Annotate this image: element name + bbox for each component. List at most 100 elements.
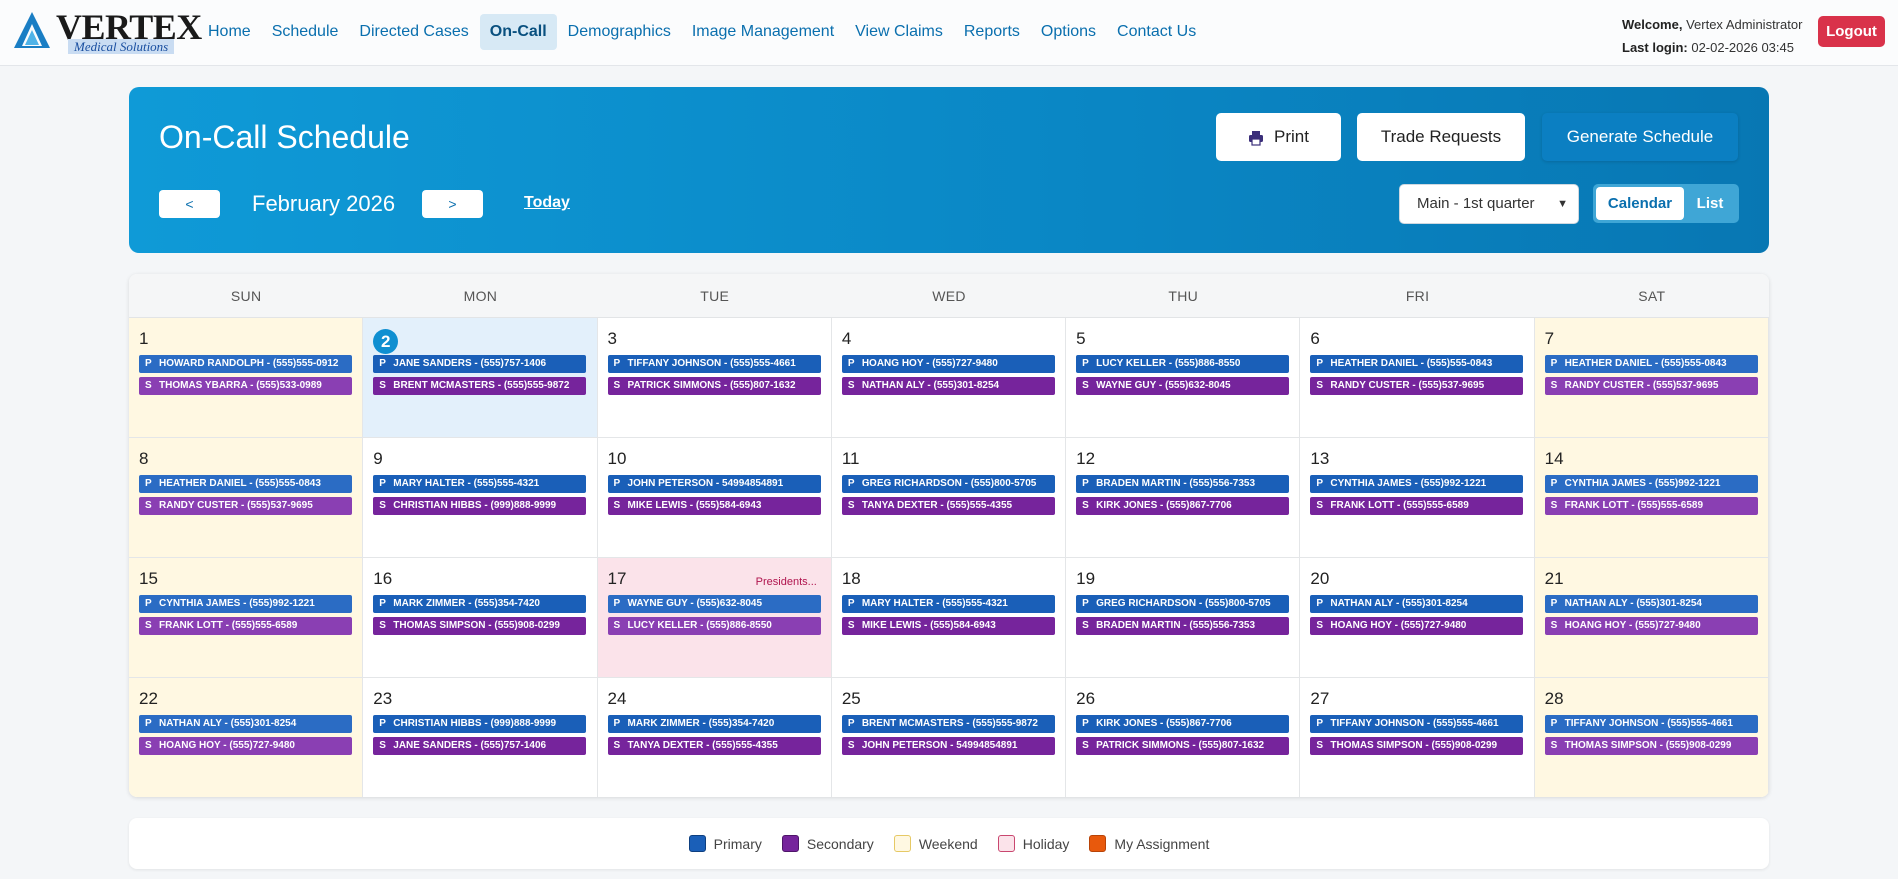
secondary-shift[interactable]: S LUCY KELLER - (555)886-8550 (607, 617, 821, 635)
calendar-day-cell[interactable]: 14 P CYNTHIA JAMES - (555)992-1221 S FRANK L… (1534, 438, 1769, 558)
primary-shift[interactable]: P MARK ZIMMER - (555)354-7420 (373, 595, 587, 613)
logout-button[interactable]: Logout (1818, 16, 1885, 47)
primary-shift[interactable]: P NATHAN ALY - (555)301-8254 (1544, 595, 1758, 613)
secondary-shift[interactable]: S NATHAN ALY - (555)301-8254 (841, 377, 1055, 395)
trade-requests-button[interactable]: Trade Requests (1357, 113, 1525, 161)
secondary-shift[interactable]: S FRANK LOTT - (555)555-6589 (1310, 497, 1524, 515)
secondary-shift[interactable]: S FRANK LOTT - (555)555-6589 (1544, 497, 1758, 515)
primary-shift[interactable]: P NATHAN ALY - (555)301-8254 (139, 715, 352, 733)
primary-shift[interactable]: P HOWARD RANDOLPH - (555)555-0912 (139, 355, 352, 373)
calendar-day-cell[interactable]: 9 P MARY HALTER - (555)555-4321 S CHRISTIAN … (363, 438, 598, 558)
vertex-logo[interactable]: VERTEX Medical Solutions (12, 8, 202, 56)
secondary-shift[interactable]: S HOANG HOY - (555)727-9480 (1310, 617, 1524, 635)
secondary-shift[interactable]: S PATRICK SIMMONS - (555)807-1632 (1076, 737, 1290, 755)
primary-shift[interactable]: P HEATHER DANIEL - (555)555-0843 (139, 475, 352, 493)
calendar-day-cell[interactable]: 6 P HEATHER DANIEL - (555)555-0843 S RANDY C… (1300, 318, 1535, 438)
primary-shift[interactable]: P HOANG HOY - (555)727-9480 (841, 355, 1055, 373)
secondary-shift[interactable]: S THOMAS SIMPSON - (555)908-0299 (1544, 737, 1758, 755)
primary-shift[interactable]: P TIFFANY JOHNSON - (555)555-4661 (607, 355, 821, 373)
primary-shift[interactable]: P WAYNE GUY - (555)632-8045 (607, 595, 821, 613)
calendar-day-cell[interactable]: 13 P CYNTHIA JAMES - (555)992-1221 S FRANK L… (1300, 438, 1535, 558)
secondary-shift[interactable]: S MIKE LEWIS - (555)584-6943 (607, 497, 821, 515)
nav-reports[interactable]: Reports (954, 14, 1030, 50)
calendar-day-cell[interactable]: 3 P TIFFANY JOHNSON - (555)555-4661 S PATRIC… (597, 318, 832, 438)
secondary-shift[interactable]: S TANYA DEXTER - (555)555-4355 (841, 497, 1055, 515)
calendar-day-cell[interactable]: 8 P HEATHER DANIEL - (555)555-0843 S RANDY C… (129, 438, 364, 558)
primary-shift[interactable]: P MARY HALTER - (555)555-4321 (841, 595, 1055, 613)
primary-shift[interactable]: P TIFFANY JOHNSON - (555)555-4661 (1544, 715, 1758, 733)
primary-shift[interactable]: P JOHN PETERSON - 54994854891 (607, 475, 821, 493)
primary-shift[interactable]: P MARK ZIMMER - (555)354-7420 (607, 715, 821, 733)
secondary-shift[interactable]: S RANDY CUSTER - (555)537-9695 (1310, 377, 1524, 395)
nav-view-claims[interactable]: View Claims (845, 14, 953, 50)
secondary-shift[interactable]: S BRADEN MARTIN - (555)556-7353 (1076, 617, 1290, 635)
calendar-day-cell[interactable]: 20 P NATHAN ALY - (555)301-8254 S HOANG HOY … (1300, 558, 1535, 678)
calendar-day-cell[interactable]: 11 P GREG RICHARDSON - (555)800-5705 S TANYA… (831, 438, 1067, 558)
secondary-shift[interactable]: S PATRICK SIMMONS - (555)807-1632 (607, 377, 821, 395)
calendar-day-cell[interactable]: 7 P HEATHER DANIEL - (555)555-0843 S RANDY C… (1534, 318, 1769, 438)
next-month-button[interactable]: > (422, 190, 483, 218)
secondary-shift[interactable]: S CHRISTIAN HIBBS - (999)888-9999 (373, 497, 587, 515)
nav-on-call[interactable]: On-Call (479, 14, 557, 50)
calendar-day-cell[interactable]: 21 P NATHAN ALY - (555)301-8254 S HOANG HOY … (1534, 558, 1769, 678)
nav-directed-cases[interactable]: Directed Cases (349, 14, 478, 50)
secondary-shift[interactable]: S WAYNE GUY - (555)632-8045 (1076, 377, 1290, 395)
primary-shift[interactable]: P JANE SANDERS - (555)757-1406 (373, 355, 587, 373)
secondary-shift[interactable]: S RANDY CUSTER - (555)537-9695 (1544, 377, 1758, 395)
primary-shift[interactable]: P KIRK JONES - (555)867-7706 (1076, 715, 1290, 733)
calendar-day-cell[interactable]: 4 P HOANG HOY - (555)727-9480 S NATHAN ALY -… (831, 318, 1067, 438)
calendar-day-cell[interactable]: 28 P TIFFANY JOHNSON - (555)555-4661 S THOMA… (1534, 678, 1769, 797)
nav-home[interactable]: Home (198, 14, 261, 50)
calendar-day-cell[interactable]: 27 P TIFFANY JOHNSON - (555)555-4661 S THOMA… (1300, 678, 1535, 797)
nav-image-management[interactable]: Image Management (682, 14, 844, 50)
primary-shift[interactable]: P NATHAN ALY - (555)301-8254 (1310, 595, 1524, 613)
primary-shift[interactable]: P LUCY KELLER - (555)886-8550 (1076, 355, 1290, 373)
calendar-day-cell[interactable]: 12 P BRADEN MARTIN - (555)556-7353 S KIRK JO… (1066, 438, 1301, 558)
generate-schedule-button[interactable]: Generate Schedule (1542, 113, 1738, 161)
secondary-shift[interactable]: S MIKE LEWIS - (555)584-6943 (841, 617, 1055, 635)
primary-shift[interactable]: P BRADEN MARTIN - (555)556-7353 (1076, 475, 1290, 493)
list-view-button[interactable]: List (1684, 187, 1736, 220)
calendar-day-cell[interactable]: 22 P NATHAN ALY - (555)301-8254 S HOANG HOY … (129, 678, 364, 797)
primary-shift[interactable]: P CHRISTIAN HIBBS - (999)888-9999 (373, 715, 587, 733)
prev-month-button[interactable]: < (159, 190, 220, 218)
secondary-shift[interactable]: S TANYA DEXTER - (555)555-4355 (607, 737, 821, 755)
calendar-day-cell[interactable]: 5 P LUCY KELLER - (555)886-8550 S WAYNE GUY … (1066, 318, 1301, 438)
primary-shift[interactable]: P HEATHER DANIEL - (555)555-0843 (1310, 355, 1524, 373)
primary-shift[interactable]: P GREG RICHARDSON - (555)800-5705 (1076, 595, 1290, 613)
secondary-shift[interactable]: S FRANK LOTT - (555)555-6589 (139, 617, 352, 635)
calendar-day-cell[interactable]: 17 Presidents... P WAYNE GUY - (555)632-804… (597, 558, 832, 678)
calendar-day-cell[interactable]: 10 P JOHN PETERSON - 54994854891 S MIKE LEWI… (597, 438, 832, 558)
print-button[interactable]: Print (1216, 113, 1341, 161)
primary-shift[interactable]: P TIFFANY JOHNSON - (555)555-4661 (1310, 715, 1524, 733)
calendar-day-cell[interactable]: 26 P KIRK JONES - (555)867-7706 S PATRICK SI… (1066, 678, 1301, 797)
calendar-day-cell[interactable]: 23 P CHRISTIAN HIBBS - (999)888-9999 S JANE … (363, 678, 598, 797)
nav-options[interactable]: Options (1031, 14, 1106, 50)
calendar-day-cell[interactable]: 25 P BRENT MCMASTERS - (555)555-9872 S JOHN … (831, 678, 1067, 797)
calendar-day-cell[interactable]: 19 P GREG RICHARDSON - (555)800-5705 S BRADE… (1066, 558, 1301, 678)
secondary-shift[interactable]: S KIRK JONES - (555)867-7706 (1076, 497, 1290, 515)
today-link[interactable]: Today (524, 194, 570, 212)
primary-shift[interactable]: P BRENT MCMASTERS - (555)555-9872 (841, 715, 1055, 733)
secondary-shift[interactable]: S JOHN PETERSON - 54994854891 (841, 737, 1055, 755)
primary-shift[interactable]: P CYNTHIA JAMES - (555)992-1221 (1544, 475, 1758, 493)
calendar-day-cell[interactable]: 18 P MARY HALTER - (555)555-4321 S MIKE LEWI… (831, 558, 1067, 678)
calendar-day-cell[interactable]: 15 P CYNTHIA JAMES - (555)992-1221 S FRANK L… (129, 558, 364, 678)
calendar-day-cell[interactable]: 16 P MARK ZIMMER - (555)354-7420 S THOMAS SI… (363, 558, 598, 678)
nav-demographics[interactable]: Demographics (558, 14, 681, 50)
primary-shift[interactable]: P CYNTHIA JAMES - (555)992-1221 (1310, 475, 1524, 493)
schedule-group-select[interactable]: Main - 1st quarter ▼ (1399, 184, 1579, 224)
primary-shift[interactable]: P MARY HALTER - (555)555-4321 (373, 475, 587, 493)
secondary-shift[interactable]: S HOANG HOY - (555)727-9480 (1544, 617, 1758, 635)
nav-contact-us[interactable]: Contact Us (1107, 14, 1206, 50)
secondary-shift[interactable]: S THOMAS YBARRA - (555)533-0989 (139, 377, 352, 395)
primary-shift[interactable]: P GREG RICHARDSON - (555)800-5705 (841, 475, 1055, 493)
calendar-day-cell[interactable]: 24 P MARK ZIMMER - (555)354-7420 S TANYA DEX… (597, 678, 832, 797)
calendar-view-button[interactable]: Calendar (1596, 187, 1684, 220)
secondary-shift[interactable]: S BRENT MCMASTERS - (555)555-9872 (373, 377, 587, 395)
secondary-shift[interactable]: S THOMAS SIMPSON - (555)908-0299 (373, 617, 587, 635)
nav-schedule[interactable]: Schedule (262, 14, 349, 50)
secondary-shift[interactable]: S HOANG HOY - (555)727-9480 (139, 737, 352, 755)
secondary-shift[interactable]: S THOMAS SIMPSON - (555)908-0299 (1310, 737, 1524, 755)
secondary-shift[interactable]: S RANDY CUSTER - (555)537-9695 (139, 497, 352, 515)
